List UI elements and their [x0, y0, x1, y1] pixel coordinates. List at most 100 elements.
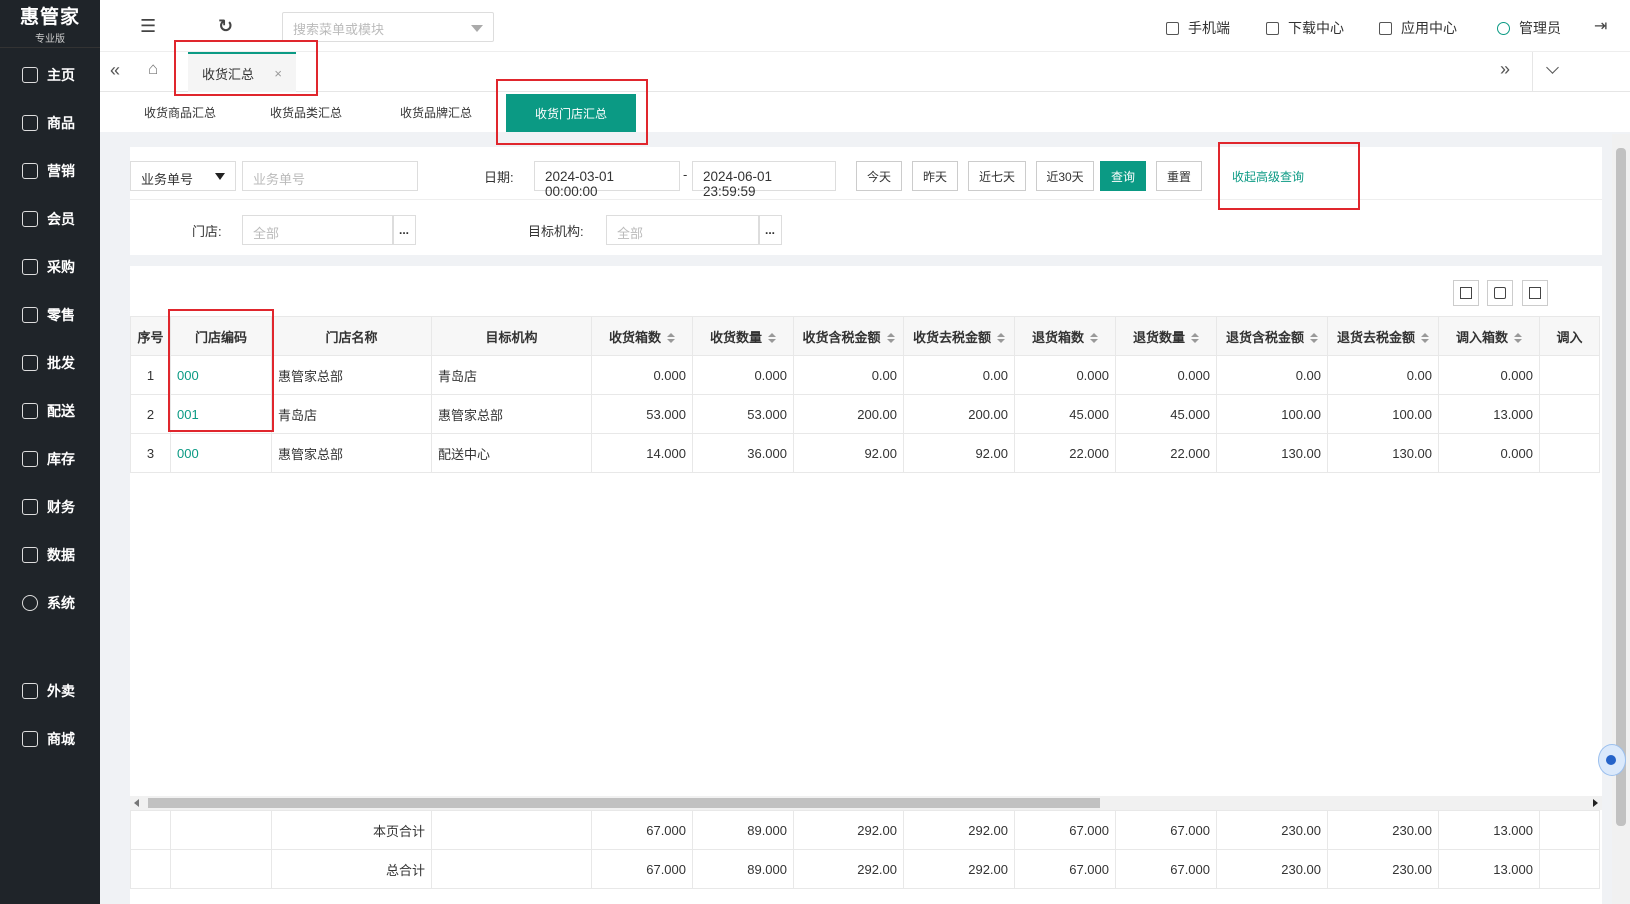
last-30-days-button[interactable]: 近30天 [1036, 161, 1094, 191]
sidebar-item-members[interactable]: 会员 [0, 199, 100, 239]
query-button[interactable]: 查询 [1100, 161, 1146, 191]
sidebar-item-wholesale[interactable]: 批发 [0, 343, 100, 383]
chevron-down-icon[interactable] [1546, 61, 1559, 74]
subtab-goods[interactable]: 收货商品汇总 [144, 104, 216, 121]
scroll-right-arrow-icon[interactable] [1593, 799, 1598, 807]
sort-icon[interactable] [667, 332, 675, 344]
sidebar-item-purchase[interactable]: 采购 [0, 247, 100, 287]
download-center-link[interactable]: 下载中心 [1266, 18, 1344, 38]
table-row[interactable]: 3 000 惠管家总部 配送中心 14.000 36.000 92.00 92.… [130, 433, 1600, 473]
col-header-recv-amt-tax[interactable]: 收货含税金额 [793, 316, 904, 356]
scroll-left-icon[interactable]: « [110, 60, 120, 81]
apps-grid-icon [1379, 21, 1392, 35]
sort-icon[interactable] [1191, 332, 1199, 344]
cell-store-name: 青岛店 [271, 394, 432, 434]
sort-icon[interactable] [997, 332, 1005, 344]
subtab-category[interactable]: 收货品类汇总 [270, 104, 342, 121]
sort-icon[interactable] [1421, 332, 1429, 344]
sort-icon[interactable] [1514, 332, 1522, 344]
box-icon [22, 115, 38, 131]
sidebar: 惠管家 专业版 主页 商品 营销 会员 采购 零售 批发 配送 库存 财务 数据… [0, 0, 100, 904]
user-menu[interactable]: 管理员 [1497, 18, 1561, 38]
store-input[interactable]: 全部 [242, 215, 394, 245]
sidebar-item-mall[interactable]: 商城 [0, 719, 100, 759]
col-header-ret-amt-notax[interactable]: 退货去税金额 [1327, 316, 1439, 356]
sort-icon[interactable] [886, 332, 895, 344]
date-label: 日期: [484, 170, 514, 185]
menu-search-input[interactable]: 搜索菜单或模块 [282, 12, 494, 42]
cell-empty [1539, 810, 1600, 850]
total-in-boxes: 13.000 [1438, 810, 1540, 850]
sort-icon[interactable] [1310, 332, 1318, 344]
sidebar-item-home[interactable]: 主页 [0, 55, 100, 95]
target-org-input[interactable]: 全部 [606, 215, 760, 245]
total-ret-amt-tax: 230.00 [1216, 810, 1328, 850]
sidebar-item-system[interactable]: 系统 [0, 583, 100, 623]
subtab-brand[interactable]: 收货品牌汇总 [400, 104, 472, 121]
sub-tabs: 收货商品汇总 收货品类汇总 收货品牌汇总 收货门店汇总 [100, 92, 1630, 132]
last-7-days-button[interactable]: 近七天 [968, 161, 1026, 191]
date-from-input[interactable]: 2024-03-01 00:00:00 [534, 161, 680, 199]
table-row[interactable]: 2 001 青岛店 惠管家总部 53.000 53.000 200.00 200… [130, 394, 1600, 434]
sidebar-item-finance[interactable]: 财务 [0, 487, 100, 527]
col-header-recv-qty[interactable]: 收货数量 [692, 316, 794, 356]
sidebar-item-label: 会员 [47, 211, 75, 227]
cell-in-boxes: 0.000 [1438, 355, 1540, 395]
sidebar-item-label: 财务 [47, 499, 75, 515]
business-number-input[interactable]: 业务单号 [242, 161, 418, 191]
target-org-picker-button[interactable]: ... [758, 215, 782, 245]
sidebar-item-goods[interactable]: 商品 [0, 103, 100, 143]
sort-icon[interactable] [768, 332, 776, 344]
today-button[interactable]: 今天 [856, 161, 902, 191]
menu-toggle-icon[interactable]: ☰ [140, 16, 156, 37]
home-tab-icon[interactable]: ⌂ [148, 59, 158, 79]
header-label: 收货箱数 [608, 329, 661, 345]
col-header-target-org[interactable]: 目标机构 [431, 316, 592, 356]
col-header-ret-boxes[interactable]: 退货箱数 [1014, 316, 1116, 356]
number-type-select[interactable]: 业务单号 [130, 161, 236, 191]
col-header-recv-boxes[interactable]: 收货箱数 [591, 316, 693, 356]
sort-icon[interactable] [1090, 332, 1098, 344]
cell-store-code[interactable]: 000 [170, 433, 272, 473]
col-header-in-boxes[interactable]: 调入箱数 [1438, 316, 1540, 356]
vertical-scrollbar[interactable] [1612, 134, 1630, 904]
reset-button[interactable]: 重置 [1156, 161, 1202, 191]
scroll-right-icon[interactable]: » [1500, 59, 1510, 80]
cell-ret-boxes: 45.000 [1014, 394, 1116, 434]
cell-target-org: 配送中心 [431, 433, 592, 473]
column-settings-button[interactable] [1453, 280, 1479, 306]
assistant-bubble-icon[interactable] [1598, 744, 1626, 776]
logo[interactable]: 惠管家 专业版 [0, 0, 100, 48]
app-center-link[interactable]: 应用中心 [1379, 18, 1457, 38]
mobile-link[interactable]: 手机端 [1166, 18, 1230, 38]
store-placeholder: 全部 [253, 226, 280, 241]
scrollbar-thumb[interactable] [148, 798, 1100, 808]
page-total-row: 本页合计 67.000 89.000 292.00 292.00 67.000 … [130, 810, 1600, 850]
home-icon [22, 67, 38, 83]
horizontal-scrollbar[interactable] [130, 796, 1602, 810]
sidebar-item-inventory[interactable]: 库存 [0, 439, 100, 479]
sidebar-item-marketing[interactable]: 营销 [0, 151, 100, 191]
col-header-in-more[interactable]: 调入 [1539, 316, 1600, 356]
data-grid: 序号 门店编码 门店名称 目标机构 收货箱数 收货数量 收货含税金额 收货去税金… [130, 266, 1602, 904]
sidebar-item-takeout[interactable]: 外卖 [0, 671, 100, 711]
store-picker-button[interactable]: ... [392, 215, 416, 245]
sidebar-item-data[interactable]: 数据 [0, 535, 100, 575]
print-button[interactable] [1487, 280, 1513, 306]
cell-ret-boxes: 22.000 [1014, 433, 1116, 473]
sidebar-item-delivery[interactable]: 配送 [0, 391, 100, 431]
col-header-ret-qty[interactable]: 退货数量 [1115, 316, 1217, 356]
target-org-label: 目标机构: [528, 224, 584, 239]
yesterday-button[interactable]: 昨天 [912, 161, 958, 191]
refresh-icon[interactable]: ↻ [218, 16, 233, 37]
col-header-store-name[interactable]: 门店名称 [271, 316, 432, 356]
col-header-recv-amt-notax[interactable]: 收货去税金额 [903, 316, 1015, 356]
date-to-input[interactable]: 2024-06-01 23:59:59 [692, 161, 836, 199]
col-header-ret-amt-tax[interactable]: 退货含税金额 [1216, 316, 1328, 356]
logout-icon[interactable]: ⇥ [1594, 16, 1607, 36]
scroll-left-arrow-icon[interactable] [134, 799, 139, 807]
export-button[interactable] [1522, 280, 1548, 306]
scrollbar-thumb[interactable] [1616, 148, 1626, 826]
sidebar-item-retail[interactable]: 零售 [0, 295, 100, 335]
table-row[interactable]: 1 000 惠管家总部 青岛店 0.000 0.000 0.00 0.00 0.… [130, 355, 1600, 395]
